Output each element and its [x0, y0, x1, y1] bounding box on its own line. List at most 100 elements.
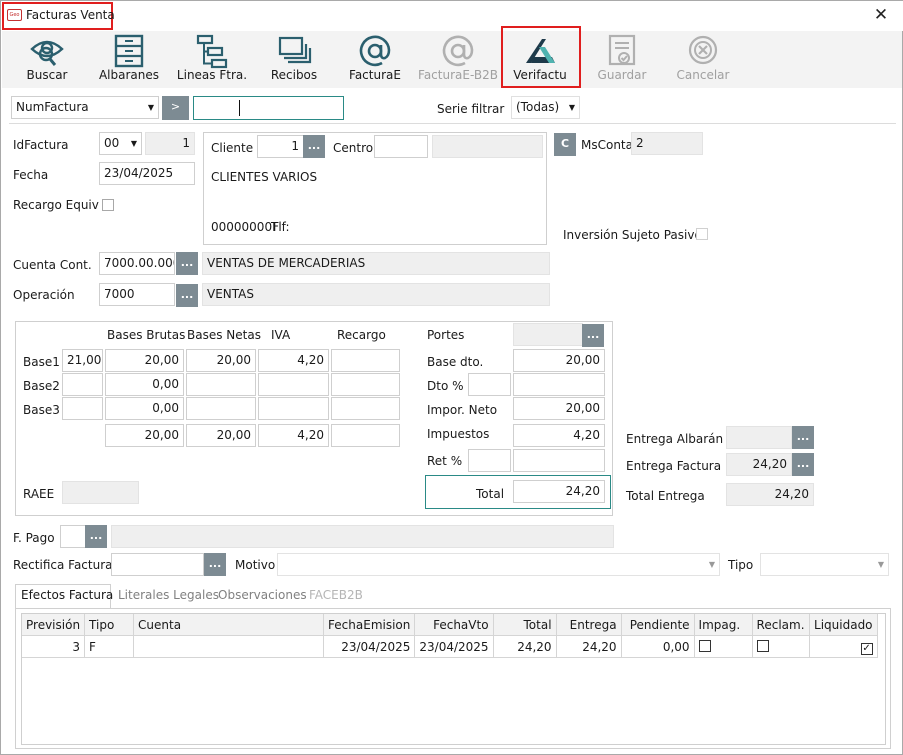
- chevron-down-icon: ▼: [147, 103, 154, 112]
- facturae-button[interactable]: FacturaE: [338, 31, 412, 87]
- lineas-ftra-button[interactable]: Lineas Ftra.: [174, 31, 250, 87]
- col-cuenta[interactable]: Cuenta: [133, 614, 325, 636]
- cell-fecha-emision[interactable]: 23/04/2025: [323, 635, 416, 658]
- col-fecha-emision[interactable]: FechaEmision: [323, 614, 416, 636]
- fpago-lookup-button[interactable]: ...: [85, 525, 107, 548]
- base2-pct[interactable]: [62, 373, 103, 396]
- motivo-select[interactable]: ▼: [277, 553, 720, 576]
- cuenta-desc: VENTAS DE MERCADERIAS: [202, 252, 550, 275]
- operacion-desc: VENTAS: [202, 283, 550, 306]
- base1-netas[interactable]: 20,00: [186, 349, 256, 372]
- col-tipo[interactable]: Tipo: [84, 614, 135, 636]
- base2-netas[interactable]: [186, 373, 256, 396]
- search-input[interactable]: [193, 96, 344, 120]
- col-prevision[interactable]: Previsión: [22, 614, 86, 636]
- base1-recargo[interactable]: [331, 349, 400, 372]
- col-fecha-vto[interactable]: FechaVto: [414, 614, 494, 636]
- base2-iva[interactable]: [258, 373, 329, 396]
- col-impag[interactable]: Impag.: [693, 614, 753, 636]
- recargo-equiv-label: Recargo Equiv: [13, 198, 99, 212]
- facturae-b2b-label: FacturaE-B2B: [418, 68, 498, 82]
- entrega-factura-value: 24,20: [726, 453, 792, 476]
- rectifica-input[interactable]: [111, 553, 204, 576]
- bases-brutas-header: Bases Brutas: [107, 328, 186, 342]
- at-icon: [442, 35, 474, 67]
- portes-lookup-button[interactable]: ...: [582, 324, 604, 347]
- centro-label: Centro: [333, 141, 374, 155]
- base1-iva[interactable]: 4,20: [258, 349, 329, 372]
- col-pendiente[interactable]: Pendiente: [620, 614, 695, 636]
- dto-value: [513, 373, 605, 396]
- facturae-b2b-button[interactable]: FacturaE-B2B: [415, 31, 501, 87]
- c-button[interactable]: C: [554, 133, 576, 156]
- cliente-input[interactable]: 1: [257, 135, 304, 158]
- base1-brutas[interactable]: 20,00: [105, 349, 184, 372]
- cliente-lookup-button[interactable]: ...: [303, 135, 325, 158]
- base1-pct[interactable]: 21,00: [62, 349, 103, 372]
- recibos-button[interactable]: Recibos: [257, 31, 331, 87]
- operacion-input[interactable]: 7000: [99, 283, 175, 306]
- col-entrega[interactable]: Entrega: [555, 614, 622, 636]
- chevron-down-icon: ▼: [130, 139, 137, 148]
- table-row[interactable]: 3 F 23/04/2025 23/04/2025 24,20 24,20 0,…: [22, 635, 878, 658]
- col-reclam[interactable]: Reclam.: [751, 614, 810, 636]
- cell-prevision[interactable]: 3: [22, 635, 86, 658]
- base3-brutas[interactable]: 0,00: [105, 397, 184, 420]
- search-go-button[interactable]: >: [162, 96, 189, 120]
- entrega-albaran-button[interactable]: ...: [792, 426, 814, 449]
- serie-select[interactable]: (Todas) ▼: [511, 96, 580, 119]
- search-field-select[interactable]: NumFactura ▼: [11, 96, 159, 119]
- base3-pct[interactable]: [62, 397, 103, 420]
- base2-brutas[interactable]: 0,00: [105, 373, 184, 396]
- divider: [9, 123, 896, 124]
- fecha-input[interactable]: 23/04/2025: [99, 162, 195, 185]
- total-brutas: 20,00: [105, 424, 184, 447]
- rectifica-label: Rectifica Factura: [13, 558, 113, 572]
- impor-neto-label: Impor. Neto: [427, 403, 498, 417]
- facturae-label: FacturaE: [349, 68, 401, 82]
- app-icon: Geo: [7, 9, 22, 21]
- window-title: Facturas Venta: [26, 8, 115, 22]
- cell-fecha-vto[interactable]: 23/04/2025: [414, 635, 494, 658]
- cell-entrega[interactable]: 24,20: [555, 635, 622, 658]
- liquidado-checkbox[interactable]: ✓: [860, 643, 873, 655]
- dto-pct-input[interactable]: [468, 373, 511, 396]
- entrega-factura-button[interactable]: ...: [792, 453, 814, 476]
- cancel-icon: [688, 35, 718, 65]
- cell-tipo[interactable]: F: [84, 635, 135, 658]
- albaranes-button[interactable]: Albaranes: [92, 31, 166, 87]
- operacion-lookup-button[interactable]: ...: [176, 284, 198, 307]
- fpago-input[interactable]: [60, 525, 86, 548]
- tab-observaciones[interactable]: Observaciones: [218, 588, 307, 603]
- col-liquidado[interactable]: Liquidado: [808, 614, 878, 636]
- impag-checkbox[interactable]: [698, 640, 711, 652]
- buscar-button[interactable]: Buscar: [10, 31, 84, 87]
- cuenta-label: Cuenta Cont.: [13, 258, 92, 272]
- cell-total[interactable]: 24,20: [492, 635, 557, 658]
- cuenta-lookup-button[interactable]: ...: [176, 252, 198, 275]
- base2-recargo[interactable]: [331, 373, 400, 396]
- base3-recargo[interactable]: [331, 397, 400, 420]
- base3-netas[interactable]: [186, 397, 256, 420]
- cell-pendiente[interactable]: 0,00: [620, 635, 695, 658]
- close-icon[interactable]: ✕: [871, 5, 891, 25]
- ret-pct-label: Ret %: [427, 454, 463, 468]
- tab-faceb2b[interactable]: FACEB2B: [309, 588, 363, 603]
- centro-input[interactable]: [374, 135, 428, 158]
- cancelar-button[interactable]: Cancelar: [666, 31, 740, 87]
- rectifica-lookup-button[interactable]: ...: [204, 553, 226, 576]
- tab-literales-legales[interactable]: Literales Legales: [118, 588, 219, 603]
- guardar-button[interactable]: Guardar: [585, 31, 659, 87]
- ret-pct-input[interactable]: [468, 449, 511, 472]
- cell-cuenta[interactable]: [133, 635, 325, 658]
- albaranes-label: Albaranes: [98, 68, 160, 82]
- isp-checkbox[interactable]: [696, 228, 708, 240]
- base2-label: Base2: [23, 379, 60, 393]
- base3-iva[interactable]: [258, 397, 329, 420]
- cuenta-input[interactable]: 7000.00.0000: [99, 252, 175, 275]
- tipo-select[interactable]: ▼: [760, 553, 889, 576]
- recargo-equiv-checkbox[interactable]: [102, 199, 114, 211]
- idfactura-serie-select[interactable]: 00 ▼: [99, 132, 142, 155]
- col-total[interactable]: Total: [492, 614, 557, 636]
- reclam-checkbox[interactable]: [756, 640, 769, 652]
